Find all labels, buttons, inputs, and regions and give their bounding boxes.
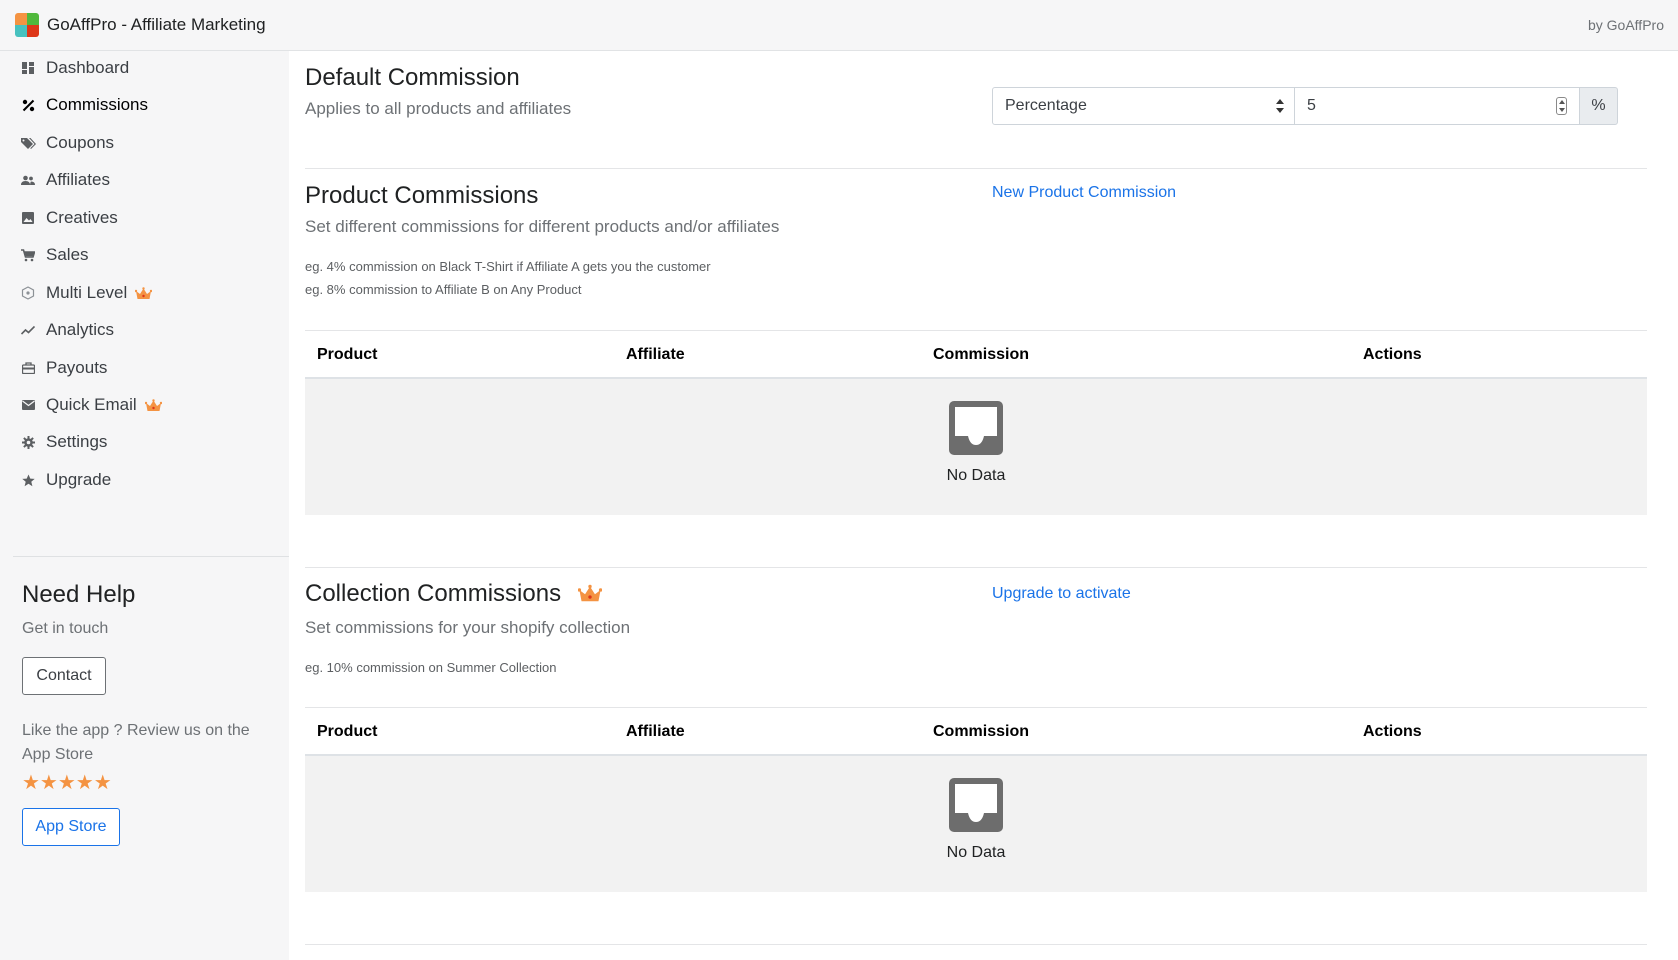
crown-icon [577, 584, 602, 602]
column-header-commission: Commission [933, 346, 1030, 363]
crown-icon [135, 286, 153, 299]
product-commissions-example: eg. 4% commission on Black T-Shirt if Af… [305, 259, 711, 274]
column-header-affiliate: Affiliate [626, 723, 685, 740]
top-bar: GoAffPro - Affiliate Marketing by GoAffP… [0, 0, 1678, 51]
sidebar-item-label: Creatives [46, 208, 118, 227]
mail-icon [20, 397, 36, 413]
users-icon [20, 172, 36, 188]
sidebar-item-creatives[interactable]: Creatives [20, 204, 280, 232]
tags-icon [20, 135, 36, 151]
image-icon [20, 210, 36, 226]
empty-inbox-icon [949, 401, 1003, 455]
star-icon [20, 472, 36, 488]
sidebar-item-label: Analytics [46, 320, 115, 339]
empty-inbox-icon [949, 778, 1003, 832]
empty-state-text: No Data [946, 467, 1006, 484]
table-empty-state: No Data [305, 756, 1647, 892]
sidebar-item-label: Sales [46, 245, 89, 264]
sidebar-item-label: Payouts [46, 358, 108, 377]
sidebar-item-quick-email[interactable]: Quick Email [20, 391, 280, 419]
cart-icon [20, 247, 36, 263]
sidebar-item-payouts[interactable]: Payouts [20, 354, 280, 382]
main-content: Default Commission Applies to all produc… [289, 51, 1678, 960]
trend-icon [20, 322, 36, 338]
table-header: Product Affiliate Commission Actions [305, 707, 1647, 756]
number-spinner-icon[interactable] [1556, 97, 1567, 115]
product-commissions-example: eg. 8% commission to Affiliate B on Any … [305, 282, 582, 297]
sidebar-item-coupons[interactable]: Coupons [20, 129, 280, 157]
column-header-product: Product [317, 346, 378, 363]
commission-type-value: Percentage [1005, 97, 1087, 114]
table-header: Product Affiliate Commission Actions [305, 330, 1647, 379]
sidebar-item-label: Settings [46, 432, 108, 451]
section-divider [305, 168, 1647, 169]
sidebar-item-label: Commissions [46, 95, 149, 114]
new-product-commission-link[interactable]: New Product Commission [992, 184, 1176, 202]
sidebar-item-label: Upgrade [46, 470, 112, 489]
commission-amount-value: 5 [1307, 97, 1316, 114]
sidebar-item-label: Quick Email [46, 395, 137, 414]
section-divider [305, 944, 1647, 945]
collection-commissions-title: Collection Commissions [305, 580, 602, 608]
review-prompt: Like the app ? Review us on the App Stor… [22, 722, 250, 763]
rating-stars: ★★★★★ [22, 772, 112, 794]
collection-commissions-description: Set commissions for your shopify collect… [305, 618, 631, 637]
app-logo-icon [15, 13, 39, 37]
commission-type-select[interactable]: Percentage [992, 87, 1295, 125]
sidebar: Dashboard Commissions Coupons Affiliates [0, 51, 289, 960]
select-arrows-icon [1276, 99, 1284, 113]
column-header-product: Product [317, 723, 378, 740]
sidebar-item-label: Multi Level [46, 283, 128, 302]
app-store-button[interactable]: App Store [22, 808, 120, 846]
sidebar-item-analytics[interactable]: Analytics [20, 316, 280, 344]
collection-commissions-example: eg. 10% commission on Summer Collection [305, 660, 557, 675]
section-divider [305, 567, 1647, 568]
app-title: GoAffPro - Affiliate Marketing [47, 15, 266, 34]
percent-addon: % [1579, 87, 1618, 125]
sidebar-item-affiliates[interactable]: Affiliates [20, 166, 280, 194]
sidebar-item-label: Coupons [46, 133, 115, 152]
column-header-commission: Commission [933, 723, 1030, 740]
crown-icon [144, 398, 162, 411]
sidebar-item-dashboard[interactable]: Dashboard [20, 54, 280, 82]
table-empty-state: No Data [305, 379, 1647, 515]
network-icon [20, 285, 36, 301]
contact-button[interactable]: Contact [22, 657, 106, 695]
sidebar-item-sales[interactable]: Sales [20, 241, 280, 269]
sidebar-item-label: Affiliates [46, 170, 110, 189]
by-label: by GoAffPro [1587, 17, 1664, 33]
column-header-actions: Actions [1363, 346, 1422, 363]
default-commission-description: Applies to all products and affiliates [305, 99, 572, 118]
upgrade-to-activate-link[interactable]: Upgrade to activate [992, 585, 1131, 603]
sidebar-item-multi-level[interactable]: Multi Level [20, 279, 280, 307]
empty-state-text: No Data [946, 844, 1006, 861]
default-commission-title: Default Commission [305, 64, 520, 91]
product-commissions-description: Set different commissions for different … [305, 217, 780, 236]
sidebar-item-settings[interactable]: Settings [20, 428, 280, 456]
dashboard-icon [20, 60, 36, 76]
product-commissions-title: Product Commissions [305, 182, 539, 209]
help-title: Need Help [22, 581, 136, 608]
percent-icon [20, 97, 36, 113]
sidebar-item-upgrade[interactable]: Upgrade [20, 466, 280, 494]
collection-commissions-title-text: Collection Commissions [305, 580, 562, 607]
sidebar-divider [13, 556, 289, 557]
sidebar-item-label: Dashboard [46, 58, 130, 77]
column-header-affiliate: Affiliate [626, 346, 685, 363]
commission-amount-input[interactable]: 5 [1294, 87, 1580, 125]
sidebar-item-commissions[interactable]: Commissions [20, 91, 280, 119]
help-subtitle: Get in touch [22, 620, 109, 637]
payouts-icon [20, 360, 36, 376]
gear-icon [20, 434, 36, 450]
column-header-actions: Actions [1363, 723, 1422, 740]
